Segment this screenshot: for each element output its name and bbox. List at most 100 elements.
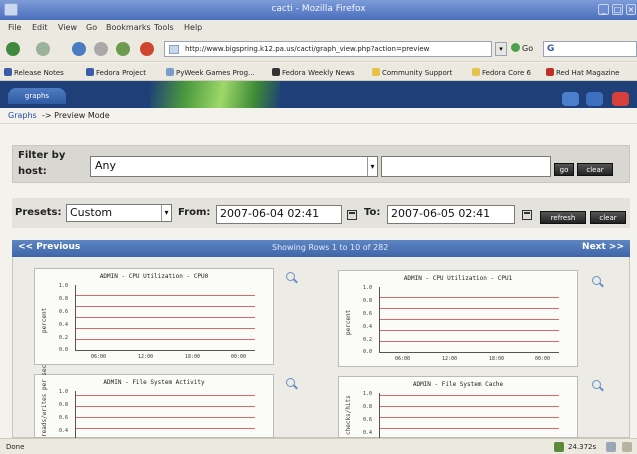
from-date-input[interactable]: 2007-06-04 02:41	[216, 205, 342, 224]
header-banner	[150, 81, 280, 108]
zoom-icon[interactable]	[592, 276, 601, 285]
graph-plot-area	[75, 391, 255, 439]
stop-icon[interactable]	[94, 42, 108, 56]
graph-cpu0[interactable]: ADMIN - CPU Utilization - CPU0 percent 1…	[34, 268, 274, 365]
host-select[interactable]: Any ▾	[90, 156, 378, 177]
x-tick: 06:00	[395, 356, 411, 362]
x-tick: 12:00	[442, 356, 458, 362]
bookmarks-toolbar: Release Notes Fedora Project PyWeek Game…	[0, 63, 637, 81]
graph-file-system-activity[interactable]: ADMIN - File System Activity reads/write…	[34, 365, 274, 439]
maximize-icon[interactable]: □	[612, 4, 623, 15]
calendar-icon[interactable]	[522, 210, 532, 220]
y-tick: 0.8	[363, 298, 373, 304]
search-input[interactable]: G	[543, 41, 637, 57]
to-date-input[interactable]: 2007-06-05 02:41	[387, 205, 515, 224]
bookmark-community-support[interactable]: Community Support	[372, 68, 452, 77]
bookmark-label: PyWeek Games Prog...	[176, 69, 255, 77]
graph-plot-area	[379, 393, 559, 439]
zoom-icon[interactable]	[286, 272, 295, 281]
window-title: cacti - Mozilla Firefox	[271, 4, 366, 14]
filter-go-button[interactable]: go	[554, 163, 574, 176]
menu-go[interactable]: Go	[86, 23, 97, 32]
bookmark-icon	[546, 68, 554, 76]
reload-icon[interactable]	[72, 42, 86, 56]
filter-clear-button[interactable]: clear	[577, 163, 613, 176]
previous-link[interactable]: << Previous	[18, 242, 80, 252]
y-tick: 0.4	[363, 324, 373, 330]
url-input[interactable]: http://www.bigspring.k12.pa.us/cacti/gra…	[164, 41, 492, 57]
bookmark-fedora-core-6[interactable]: Fedora Core 6	[472, 68, 531, 77]
tab-graphs[interactable]: graphs	[8, 88, 66, 104]
next-link[interactable]: Next >>	[582, 242, 624, 252]
cacti-header	[0, 81, 637, 108]
zoom-icon[interactable]	[286, 378, 295, 387]
bookmark-release-notes[interactable]: Release Notes	[4, 68, 64, 77]
presets-label: Presets:	[15, 207, 62, 218]
from-label: From:	[178, 207, 211, 218]
y-tick: 0.6	[59, 309, 69, 315]
close-icon[interactable]: ×	[626, 4, 636, 15]
y-tick: 0.8	[363, 404, 373, 410]
list-view-icon[interactable]	[586, 92, 603, 106]
bookmark-label: Community Support	[382, 69, 453, 77]
load-time: 24.372s	[568, 443, 597, 451]
y-tick: 1.0	[363, 391, 373, 397]
back-icon[interactable]	[6, 42, 20, 56]
bookmark-pyweek[interactable]: PyWeek Games Prog...	[166, 68, 255, 77]
graph-title: ADMIN - CPU Utilization - CPU1	[403, 275, 513, 282]
bookmark-label: Fedora Project	[96, 69, 147, 77]
menu-view[interactable]: View	[58, 23, 77, 32]
presets-value: Custom	[70, 206, 113, 219]
menu-help[interactable]: Help	[184, 23, 202, 32]
graph-y-axis-label: percent	[41, 307, 48, 333]
y-tick: 0.6	[363, 311, 373, 317]
graph-title: ADMIN - File System Cache	[412, 381, 504, 388]
graph-file-system-cache[interactable]: ADMIN - File System Cache checks/hits 1.…	[338, 376, 578, 439]
y-tick: 1.0	[59, 283, 69, 289]
timespan-clear-button[interactable]: clear	[590, 211, 626, 224]
bookmark-icon	[86, 68, 94, 76]
minimize-icon[interactable]: _	[598, 4, 609, 15]
zoom-icon[interactable]	[592, 380, 601, 389]
y-tick: 0.2	[363, 337, 373, 343]
security-icon	[606, 442, 616, 452]
tree-view-icon[interactable]	[562, 92, 579, 106]
go-button[interactable]: Go	[511, 42, 539, 56]
y-tick: 0.6	[59, 415, 69, 421]
fedora-icon[interactable]	[140, 42, 154, 56]
go-icon	[511, 43, 520, 52]
menu-bookmarks[interactable]: Bookmarks	[106, 23, 151, 32]
bookmark-icon	[166, 68, 174, 76]
preview-view-icon[interactable]	[612, 92, 629, 106]
calendar-icon[interactable]	[347, 210, 357, 220]
home-icon[interactable]	[116, 42, 130, 56]
menu-edit[interactable]: Edit	[32, 23, 48, 32]
menu-bar: File Edit View Go Bookmarks Tools Help	[0, 20, 637, 36]
menu-tools[interactable]: Tools	[154, 23, 174, 32]
y-tick: 0.4	[59, 428, 69, 434]
breadcrumb-graphs-link[interactable]: Graphs	[8, 111, 37, 120]
chevron-down-icon: ▾	[367, 157, 377, 176]
bookmark-icon	[272, 68, 280, 76]
breadcrumb: Graphs -> Preview Mode	[0, 108, 637, 124]
refresh-button[interactable]: refresh	[540, 211, 586, 224]
bookmark-fedora-weekly-news[interactable]: Fedora Weekly News	[272, 68, 354, 77]
bookmark-label: Release Notes	[14, 69, 64, 77]
graph-title: ADMIN - CPU Utilization - CPU0	[99, 273, 209, 280]
url-dropdown-icon[interactable]: ▾	[495, 42, 507, 56]
bookmark-fedora-project[interactable]: Fedora Project	[86, 68, 146, 77]
breadcrumb-current: -> Preview Mode	[42, 111, 110, 120]
folder-icon	[372, 68, 380, 76]
presets-select[interactable]: Custom ▾	[66, 204, 172, 222]
to-label: To:	[364, 207, 381, 218]
go-label: Go	[522, 44, 534, 53]
host-filter-input[interactable]	[381, 156, 551, 177]
status-text: Done	[6, 443, 25, 451]
title-bar: cacti - Mozilla Firefox _ □ ×	[0, 0, 637, 20]
graph-cpu1[interactable]: ADMIN - CPU Utilization - CPU1 percent 1…	[338, 270, 578, 367]
bookmark-red-hat-magazine[interactable]: Red Hat Magazine	[546, 68, 619, 77]
forward-icon[interactable]	[36, 42, 50, 56]
menu-file[interactable]: File	[8, 23, 21, 32]
breadcrumb-arrow: ->	[42, 111, 52, 120]
x-tick: 06:00	[91, 354, 107, 360]
